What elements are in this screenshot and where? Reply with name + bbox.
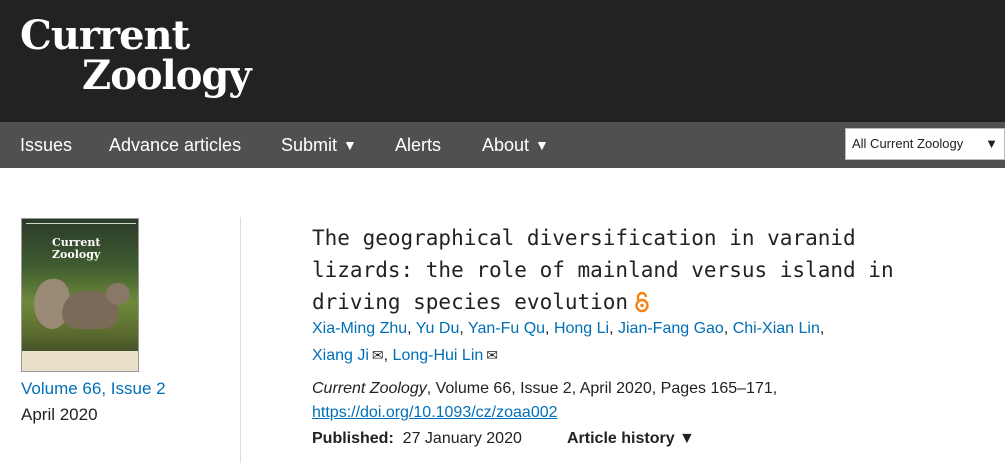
caret-down-icon: ▼ bbox=[343, 137, 357, 153]
author-separator: , bbox=[407, 320, 416, 337]
nav-item-submit[interactable]: Submit ▼ bbox=[281, 122, 357, 168]
author-separator: , bbox=[723, 320, 733, 337]
author-separator: , bbox=[545, 320, 554, 337]
author-link[interactable]: Xia-Ming Zhu bbox=[312, 320, 407, 337]
cover-title: Current Zoology bbox=[52, 237, 100, 261]
issue-cover-image[interactable]: Current Zoology bbox=[21, 218, 139, 372]
envelope-icon[interactable]: ✉ bbox=[486, 347, 498, 363]
nav-item-about[interactable]: About ▼ bbox=[482, 122, 549, 168]
author-separator: , bbox=[609, 320, 618, 337]
author-link[interactable]: Hong Li bbox=[554, 320, 609, 337]
search-scope-label: All Current Zoology bbox=[852, 136, 964, 151]
issue-date: April 2020 bbox=[21, 405, 98, 424]
article-title: The geographical diversification in vara… bbox=[312, 222, 912, 322]
nav-item-label: Submit bbox=[281, 135, 338, 155]
nav-item-label: Alerts bbox=[395, 135, 442, 155]
search-scope-select[interactable]: All Current Zoology ▼ bbox=[845, 128, 1005, 160]
author-link[interactable]: Chi-Xian Lin bbox=[733, 320, 820, 337]
author-list: Xia-Ming Zhu, Yu Du, Yan-Fu Qu, Hong Li,… bbox=[312, 316, 912, 369]
nav-item-label: Advance articles bbox=[109, 135, 242, 155]
cover-rule bbox=[26, 223, 136, 227]
author-link[interactable]: Jian-Fang Gao bbox=[618, 320, 724, 337]
citation-journal: Current Zoology bbox=[312, 380, 427, 397]
author-separator: , bbox=[819, 320, 825, 337]
published-date: 27 January 2020 bbox=[402, 430, 522, 447]
author-link[interactable]: Yu Du bbox=[416, 320, 460, 337]
author-link[interactable]: Xiang Ji bbox=[312, 347, 369, 364]
caret-down-icon: ▼ bbox=[679, 430, 695, 447]
published-label: Published: bbox=[312, 430, 394, 447]
article-history-label: Article history bbox=[567, 430, 675, 447]
author-link[interactable]: Long-Hui Lin bbox=[393, 347, 484, 364]
site-header: Current Zoology bbox=[0, 0, 1005, 122]
author-separator: , bbox=[383, 347, 393, 364]
doi-link[interactable]: https://doi.org/10.1093/cz/zoaa002 bbox=[312, 401, 558, 425]
caret-down-icon: ▼ bbox=[535, 137, 549, 153]
nav-item-label: About bbox=[482, 135, 530, 155]
cover-title-line2: Zoology bbox=[52, 248, 101, 261]
cover-footer-bar bbox=[22, 351, 138, 371]
squirrel-head bbox=[106, 283, 130, 305]
author-separator: , bbox=[459, 320, 468, 337]
issue-link[interactable]: Volume 66, Issue 2 bbox=[21, 379, 166, 399]
author-link[interactable]: Yan-Fu Qu bbox=[468, 320, 545, 337]
nav-item-alerts[interactable]: Alerts bbox=[395, 122, 441, 168]
nav-item-label: Issues bbox=[20, 135, 73, 155]
citation-details: , Volume 66, Issue 2, April 2020, Pages … bbox=[426, 380, 778, 397]
nav-item-advance-articles[interactable]: Advance articles bbox=[109, 122, 241, 168]
nav-item-issues[interactable]: Issues bbox=[20, 122, 72, 168]
column-divider bbox=[240, 217, 241, 463]
logo-line2: Zoology bbox=[82, 52, 252, 99]
article-title-text: The geographical diversification in vara… bbox=[312, 226, 894, 314]
citation: Current Zoology, Volume 66, Issue 2, Apr… bbox=[312, 377, 777, 401]
caret-down-icon: ▼ bbox=[985, 136, 998, 151]
article-history-toggle[interactable]: Article history ▼ bbox=[567, 427, 695, 451]
envelope-icon[interactable]: ✉ bbox=[372, 347, 384, 363]
published-info: Published: 27 January 2020 bbox=[312, 427, 522, 451]
